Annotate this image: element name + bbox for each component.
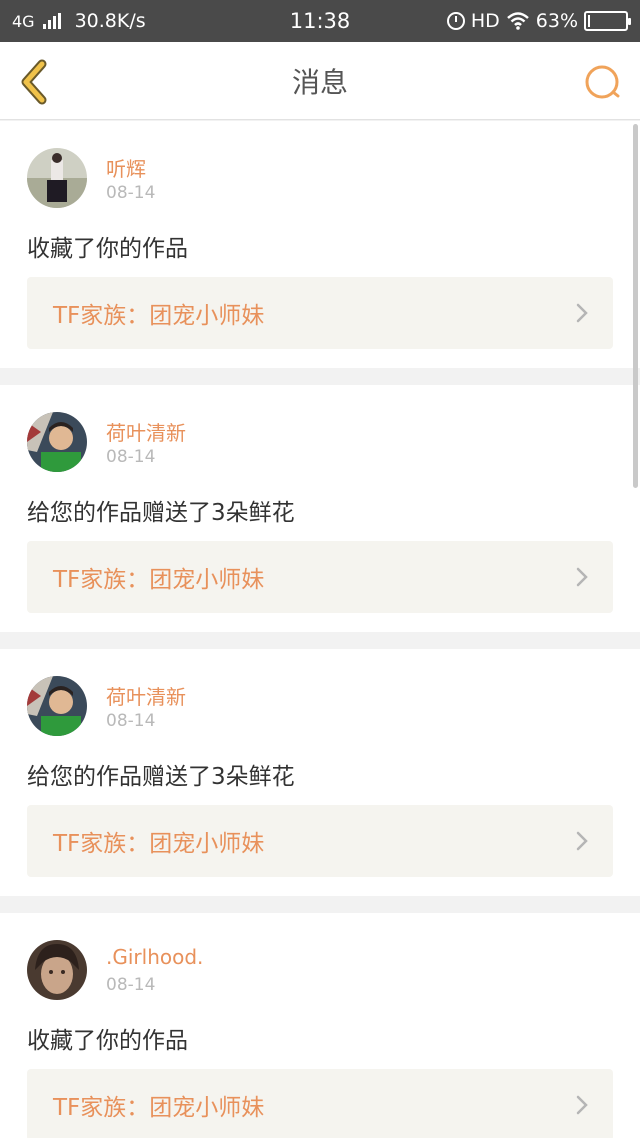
message-text: 给您的作品赠送了3朵鲜花 <box>27 764 295 790</box>
message-card: 荷叶清新 08-14 给您的作品赠送了3朵鲜花 TF家族：团宠小师妹 <box>0 649 640 896</box>
message-date: 08-14 <box>106 447 156 467</box>
chevron-right-icon <box>576 831 588 851</box>
search-icon[interactable] <box>582 60 626 104</box>
chevron-right-icon <box>576 1095 588 1115</box>
work-title: TF家族：团宠小师妹 <box>53 831 265 857</box>
message-date: 08-14 <box>106 975 156 995</box>
avatar[interactable] <box>27 412 87 472</box>
message-text: 给您的作品赠送了3朵鲜花 <box>27 500 295 526</box>
message-card: .Girlhood. 08-14 收藏了你的作品 TF家族：团宠小师妹 <box>0 913 640 1138</box>
avatar[interactable] <box>27 148 87 208</box>
battery-icon <box>584 11 631 31</box>
work-link[interactable]: TF家族：团宠小师妹 <box>27 277 613 349</box>
message-date: 08-14 <box>106 711 156 731</box>
work-title: TF家族：团宠小师妹 <box>53 1095 265 1121</box>
username[interactable]: 听辉 <box>106 153 146 182</box>
network-speed: 30.8K/s <box>74 10 146 32</box>
status-right: HD 63% <box>446 10 631 32</box>
status-left: 4G 30.8K/s <box>12 10 146 32</box>
signal-icon <box>42 13 61 29</box>
status-bar: 4G 30.8K/s 11:38 HD 63% <box>0 0 640 42</box>
username[interactable]: .Girlhood. <box>106 945 203 969</box>
message-card: 荷叶清新 08-14 给您的作品赠送了3朵鲜花 TF家族：团宠小师妹 <box>0 385 640 632</box>
page-title: 消息 <box>291 65 348 99</box>
hd-indicator: HD <box>470 10 500 32</box>
work-link[interactable]: TF家族：团宠小师妹 <box>27 1069 613 1138</box>
avatar[interactable] <box>27 676 87 736</box>
chevron-right-icon <box>576 303 588 323</box>
network-type: 4G <box>12 11 35 31</box>
chevron-left-icon[interactable] <box>14 58 54 106</box>
username[interactable]: 荷叶清新 <box>106 681 186 710</box>
message-list: 听辉 08-14 收藏了你的作品 TF家族：团宠小师妹 荷叶清新 08-14 给… <box>0 121 640 1138</box>
message-text: 收藏了你的作品 <box>27 236 188 262</box>
work-title: TF家族：团宠小师妹 <box>53 303 265 329</box>
message-text: 收藏了你的作品 <box>27 1028 188 1054</box>
wifi-icon <box>506 12 529 30</box>
work-link[interactable]: TF家族：团宠小师妹 <box>27 805 613 877</box>
nav-bar: 消息 <box>0 42 640 120</box>
avatar[interactable] <box>27 940 87 1000</box>
username[interactable]: 荷叶清新 <box>106 417 186 446</box>
scrollbar[interactable] <box>633 124 638 488</box>
message-date: 08-14 <box>106 183 156 203</box>
alarm-icon <box>446 12 465 30</box>
chevron-right-icon <box>576 567 588 587</box>
work-link[interactable]: TF家族：团宠小师妹 <box>27 541 613 613</box>
message-card: 听辉 08-14 收藏了你的作品 TF家族：团宠小师妹 <box>0 121 640 368</box>
battery-percent: 63% <box>535 10 578 32</box>
work-title: TF家族：团宠小师妹 <box>53 567 265 593</box>
